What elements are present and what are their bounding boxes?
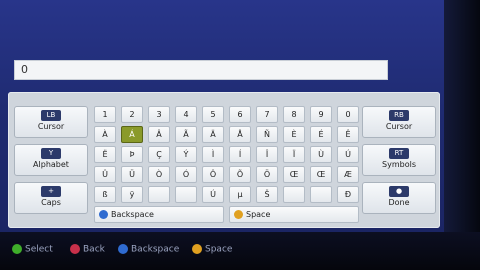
key[interactable]: Ç [148,146,170,163]
key[interactable] [175,186,197,203]
key[interactable]: 1 [94,106,116,123]
key[interactable]: ÿ [121,186,143,203]
alphabet-icon: Y [41,148,61,159]
key[interactable]: Ú [202,186,224,203]
key[interactable] [310,186,332,203]
cursor-left-icon: LB [41,110,61,121]
key[interactable]: Ù [310,146,332,163]
text-input[interactable]: 0 [14,60,388,80]
key[interactable] [283,186,305,203]
key[interactable]: Ê [337,126,359,143]
key[interactable]: ß [94,186,116,203]
legend-space: Space [192,244,232,255]
key[interactable]: Í [229,146,251,163]
button-label: Done [388,198,410,207]
key[interactable]: 9 [310,106,332,123]
virtual-keyboard: LB Cursor Y Alphabet + Caps RB Cursor RT Symbols ●… [8,92,440,228]
key[interactable]: Þ [121,146,143,163]
key[interactable]: 5 [202,106,224,123]
button-label: Alphabet [33,160,69,169]
key[interactable]: Ý [175,146,197,163]
key[interactable]: Á [121,126,143,143]
legend-back: Back [70,244,105,255]
key[interactable]: Ã [175,126,197,143]
space-label: Space [246,210,271,219]
key[interactable]: Û [94,166,116,183]
key[interactable]: Ó [175,166,197,183]
cursor-right-button[interactable]: RB Cursor [362,106,436,138]
key[interactable]: Ð [337,186,359,203]
key[interactable]: 6 [229,106,251,123]
backspace-label: Backspace [111,210,154,219]
legend-label: Backspace [131,244,180,255]
key[interactable]: À [94,126,116,143]
tv-bezel [444,0,480,270]
legend-select: Select [12,244,53,255]
button-label: Cursor [385,122,413,131]
key[interactable]: Ú [337,146,359,163]
key[interactable] [148,186,170,203]
key[interactable]: Ä [202,126,224,143]
key[interactable]: Œ [283,166,305,183]
key[interactable]: 2 [121,106,143,123]
key[interactable]: Õ [229,166,251,183]
done-button[interactable]: ● Done [362,182,436,214]
symbols-button[interactable]: RT Symbols [362,144,436,176]
key[interactable]: Ü [121,166,143,183]
done-icon: ● [389,186,409,197]
button-label: Caps [41,198,61,207]
key[interactable]: Š [256,186,278,203]
key[interactable]: 4 [175,106,197,123]
symbols-icon: RT [389,148,409,159]
cursor-left-button[interactable]: LB Cursor [14,106,88,138]
key[interactable]: Î [256,146,278,163]
key[interactable]: É [310,126,332,143]
controller-button-icon [12,244,22,254]
key[interactable]: 8 [283,106,305,123]
cursor-right-icon: RB [389,110,409,121]
key[interactable]: 0 [337,106,359,123]
controller-button-icon [192,244,202,254]
key[interactable]: Â [148,126,170,143]
backspace-button[interactable]: Backspace [94,206,224,223]
alphabet-button[interactable]: Y Alphabet [14,144,88,176]
x-button-icon [99,210,108,219]
legend-label: Select [25,244,53,255]
space-button[interactable]: Space [229,206,359,223]
legend-backspace: Backspace [118,244,179,255]
key[interactable]: µ [229,186,251,203]
key[interactable]: È [283,126,305,143]
controller-button-icon [118,244,128,254]
key[interactable]: Ë [94,146,116,163]
controller-button-icon [70,244,80,254]
caps-icon: + [41,186,61,197]
key[interactable]: 7 [256,106,278,123]
key[interactable]: Ï [283,146,305,163]
key[interactable]: Œ [310,166,332,183]
key[interactable]: Æ [337,166,359,183]
key[interactable]: 3 [148,106,170,123]
key[interactable]: Ò [148,166,170,183]
button-label: Cursor [37,122,65,131]
y-button-icon [234,210,243,219]
key[interactable]: Ì [202,146,224,163]
caps-button[interactable]: + Caps [14,182,88,214]
key[interactable]: Ñ [256,126,278,143]
key[interactable]: Ô [202,166,224,183]
legend-label: Space [205,244,233,255]
key[interactable]: Å [229,126,251,143]
legend-label: Back [83,244,105,255]
key[interactable]: Ö [256,166,278,183]
button-label: Symbols [382,160,416,169]
